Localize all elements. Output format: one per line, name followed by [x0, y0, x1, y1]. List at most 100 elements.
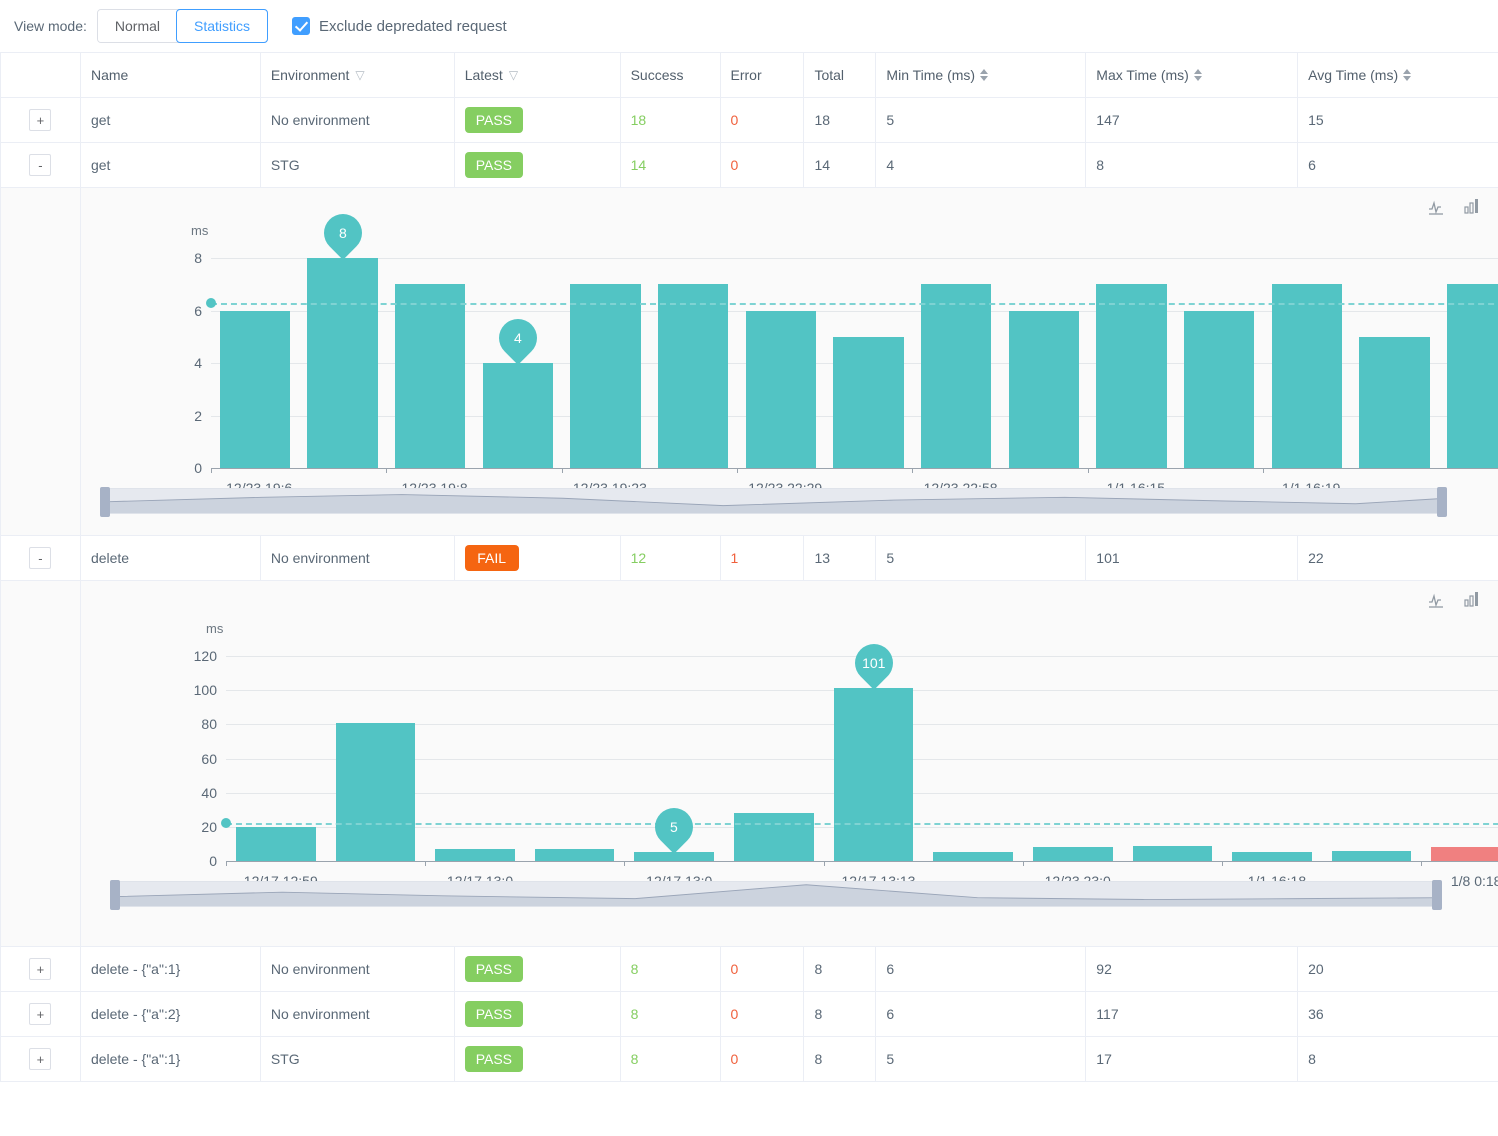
chart-bar[interactable]: [395, 284, 465, 468]
chart-bar[interactable]: [535, 849, 615, 861]
chart-bar[interactable]: [1431, 847, 1498, 861]
x-axis-tick-mark: [226, 861, 227, 866]
data-zoom-preview: [111, 882, 1441, 906]
filter-icon[interactable]: ▽: [509, 68, 518, 82]
chart-bar[interactable]: [435, 849, 515, 861]
column-header-min-time[interactable]: Min Time (ms): [876, 53, 1086, 97]
status-badge: PASS: [465, 1046, 523, 1072]
chart-bar[interactable]: [1033, 847, 1113, 861]
chart-bar[interactable]: [483, 363, 553, 468]
row-avg-time: 36: [1298, 992, 1498, 1036]
chart-bar[interactable]: [834, 688, 914, 861]
column-header-total[interactable]: Total: [804, 53, 876, 97]
x-axis-tick-mark: [912, 468, 913, 473]
chart-bar[interactable]: [220, 311, 290, 469]
expand-row-button[interactable]: +: [29, 1048, 51, 1070]
chart-bar[interactable]: [307, 258, 377, 468]
checkbox-checked-icon[interactable]: [292, 17, 310, 35]
row-total: 18: [804, 98, 876, 142]
table-row: - delete No environment FAIL 12 1 13 5 1…: [1, 536, 1498, 581]
y-axis-tick-label: 0: [194, 460, 202, 476]
collapse-row-button[interactable]: -: [29, 547, 51, 569]
chart-bar[interactable]: [734, 813, 814, 861]
row-error: 0: [721, 947, 805, 991]
view-mode-toolbar: View mode: Normal Statistics Exclude dep…: [0, 0, 1498, 52]
x-axis-tick-mark: [1222, 861, 1223, 866]
row-total: 13: [804, 536, 876, 580]
row-min-time: 6: [876, 992, 1086, 1036]
row-avg-time: 22: [1298, 536, 1498, 580]
chart-bar[interactable]: [921, 284, 991, 468]
column-header-environment[interactable]: Environment ▽: [261, 53, 455, 97]
sort-arrows-icon[interactable]: [1403, 69, 1411, 81]
chart-data-zoom-slider[interactable]: [101, 488, 1446, 514]
bar-chart-icon[interactable]: [1464, 196, 1484, 219]
expand-row-button[interactable]: +: [29, 958, 51, 980]
chart-bar[interactable]: [1184, 311, 1254, 469]
chart-bar[interactable]: [1096, 284, 1166, 468]
row-success: 8: [621, 1037, 721, 1081]
x-axis-tick-mark: [824, 861, 825, 866]
chart-bar[interactable]: [336, 723, 416, 861]
row-max-time: 147: [1086, 98, 1298, 142]
view-mode-segmented-control[interactable]: Normal Statistics: [97, 9, 268, 43]
row-expand-cell: -: [1, 143, 81, 187]
x-axis-tick-mark: [737, 468, 738, 473]
chart-bar[interactable]: [1133, 846, 1213, 861]
sort-arrows-icon[interactable]: [980, 69, 988, 81]
row-name: delete - {"a":1}: [81, 947, 261, 991]
row-error: 0: [721, 143, 805, 187]
chart-value-marker: 101: [847, 637, 901, 691]
row-name: delete: [81, 536, 261, 580]
chart-bar[interactable]: [236, 827, 316, 861]
data-zoom-left-handle[interactable]: [100, 487, 110, 517]
column-header-max-time[interactable]: Max Time (ms): [1086, 53, 1298, 97]
chart-bar[interactable]: [634, 852, 714, 861]
line-chart-icon[interactable]: [1428, 589, 1448, 612]
y-axis-tick-label: 2: [194, 408, 202, 424]
filter-icon[interactable]: ▽: [355, 68, 364, 82]
data-zoom-left-handle[interactable]: [110, 880, 120, 910]
row-latest-status: PASS: [455, 992, 621, 1036]
sort-arrows-icon[interactable]: [1194, 69, 1202, 81]
line-chart-icon[interactable]: [1428, 196, 1448, 219]
table-row: - get STG PASS 14 0 14 4 8 6: [1, 143, 1498, 188]
row-latest-status: PASS: [455, 143, 621, 187]
status-badge: PASS: [465, 107, 523, 133]
chart-bar[interactable]: [570, 284, 640, 468]
column-header-success-label: Success: [631, 67, 684, 83]
average-line: [226, 823, 1498, 825]
chart-bar[interactable]: [933, 852, 1013, 861]
chart-bar[interactable]: [1272, 284, 1342, 468]
column-header-error[interactable]: Error: [721, 53, 805, 97]
data-zoom-right-handle[interactable]: [1432, 880, 1442, 910]
column-header-min-time-label: Min Time (ms): [886, 67, 975, 83]
chart-bar[interactable]: [1009, 311, 1079, 469]
expand-row-button[interactable]: +: [29, 109, 51, 131]
view-mode-normal-button[interactable]: Normal: [98, 10, 177, 42]
expand-row-button[interactable]: +: [29, 1003, 51, 1025]
column-header-success[interactable]: Success: [621, 53, 721, 97]
row-environment: No environment: [261, 947, 455, 991]
data-zoom-right-handle[interactable]: [1437, 487, 1447, 517]
chart-bar[interactable]: [1359, 337, 1429, 468]
chart-bar[interactable]: [1332, 851, 1412, 861]
collapse-row-button[interactable]: -: [29, 154, 51, 176]
row-success: 8: [621, 947, 721, 991]
view-mode-statistics-button[interactable]: Statistics: [176, 9, 268, 43]
column-header-name[interactable]: Name: [81, 53, 261, 97]
bar-chart-icon[interactable]: [1464, 589, 1484, 612]
chart-bar[interactable]: [746, 311, 816, 469]
chart-data-zoom-slider[interactable]: [111, 881, 1441, 907]
exclude-depredated-checkbox[interactable]: Exclude depredated request: [292, 17, 507, 35]
view-mode-label: View mode:: [14, 18, 87, 34]
chart-bar[interactable]: [833, 337, 903, 468]
chart-value-marker: 4: [491, 311, 545, 365]
row-latest-status: PASS: [455, 98, 621, 142]
chart-bar[interactable]: [1232, 852, 1312, 861]
column-header-latest[interactable]: Latest ▽: [455, 53, 621, 97]
chart-bar[interactable]: [658, 284, 728, 468]
chart-bar[interactable]: [1447, 284, 1498, 468]
column-header-avg-time[interactable]: Avg Time (ms): [1298, 53, 1498, 97]
chart-row-gutter: [1, 581, 81, 946]
